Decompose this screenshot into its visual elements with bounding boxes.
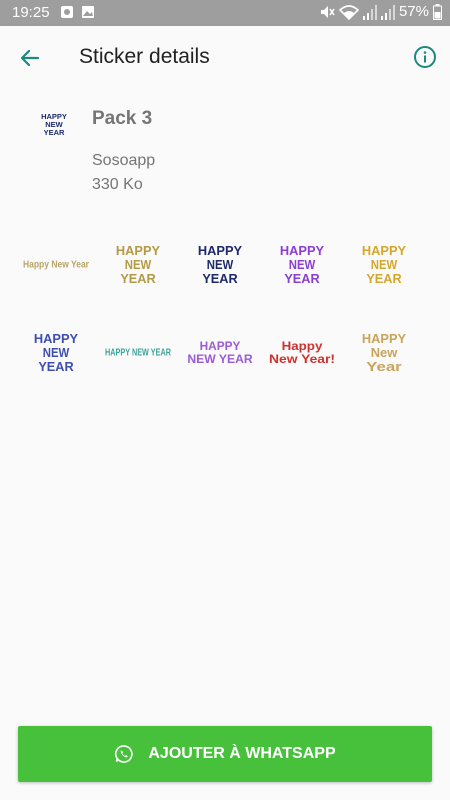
add-to-whatsapp-label: AJOUTER À WHATSAPP [148, 745, 336, 762]
sticker-text: YEAR [38, 359, 74, 374]
wifi-icon [338, 4, 359, 20]
sticker-text: Happy New Year [23, 260, 89, 271]
back-button[interactable] [14, 42, 46, 74]
sticker-item[interactable]: HAPPY NEW YEAR [184, 320, 256, 382]
status-bar: 19:25 57% [0, 0, 450, 26]
sticker-item[interactable]: HAPPY NEW YEAR [184, 232, 256, 294]
sticker-image: Happy New Year [23, 260, 89, 271]
sticker-item[interactable]: HAPPY NEW YEAR [102, 320, 174, 382]
sticker-item[interactable]: HAPPY NEW YEAR [348, 232, 420, 294]
sticker-item[interactable]: Happy New Year [20, 232, 92, 294]
sticker-item[interactable]: HAPPY NEW YEAR [20, 320, 92, 382]
sticker-image: HAPPYNEW YEAR [187, 339, 253, 366]
sticker-text: NEW [43, 345, 70, 360]
sticker-text: HAPPY [34, 331, 79, 346]
sticker-text: HAPPY [280, 243, 325, 258]
sticker-image: HAPPYNEWYEAR [198, 243, 243, 286]
sticker-text: YEAR [120, 271, 156, 286]
page-title: Sticker details [79, 45, 210, 68]
add-to-whatsapp-button[interactable]: AJOUTER À WHATSAPP [18, 726, 432, 782]
mute-icon [320, 5, 335, 18]
pack-tray-image: HAPPY NEW YEAR [41, 112, 67, 137]
sticker-image: HAPPYNEWYEAR [116, 243, 161, 286]
sticker-text: HAPPY [362, 243, 407, 258]
status-right: 57% [319, 3, 442, 20]
gallery-icon [82, 6, 94, 18]
battery-icon [433, 3, 442, 20]
app-bar: Sticker details [0, 26, 450, 88]
sticker-item[interactable]: HAPPY New Year [348, 320, 420, 382]
signal-icon-1 [362, 4, 377, 20]
sticker-text: NEW [289, 257, 316, 272]
sticker-grid: Happy New Year HAPPY NEW YEAR HAPPY NEW YEAR HA… [20, 232, 430, 402]
whatsapp-icon [115, 745, 134, 763]
sticker-image: HAPPY NEW YEAR [105, 348, 172, 359]
sticker-text: HAPPY [116, 243, 161, 258]
sticker-image: HAPPYNEWYEAR [280, 243, 325, 286]
sticker-item[interactable]: HAPPY NEW YEAR [266, 232, 338, 294]
sticker-text: HAPPY [362, 331, 407, 346]
sticker-text: NEW [371, 257, 398, 272]
sticker-item[interactable]: HAPPY NEW YEAR [102, 232, 174, 294]
arrow-back-icon [20, 49, 40, 67]
battery-percent: 57% [398, 3, 429, 20]
sticker-item[interactable]: Happy New Year! [266, 320, 338, 382]
sticker-text: Happy [282, 339, 323, 353]
sticker-image: HappyNew Year! [269, 339, 335, 366]
sticker-text: NEW [207, 257, 234, 272]
svg-text:YEAR: YEAR [44, 128, 65, 137]
sticker-text: New Year! [269, 352, 335, 366]
sticker-text: YEAR [284, 271, 320, 286]
sticker-text: New [371, 345, 398, 360]
notification-icon [61, 6, 73, 18]
sticker-text: HAPPY [200, 339, 241, 353]
sticker-image: HAPPYNEWYEAR [362, 243, 407, 286]
sticker-image: HAPPYNewYear [362, 331, 407, 374]
sticker-text: HAPPY [198, 243, 243, 258]
sticker-text: NEW [125, 257, 152, 272]
sticker-text: NEW YEAR [187, 352, 253, 366]
sticker-text: HAPPY NEW YEAR [105, 348, 172, 359]
pack-size: 330 Ko [92, 176, 143, 193]
sticker-text: Year [366, 359, 401, 374]
pack-publisher: Sosoapp [92, 152, 156, 169]
signal-icon-2 [380, 4, 395, 20]
sticker-image: HAPPYNEWYEAR [34, 331, 79, 374]
sticker-text: YEAR [366, 271, 402, 286]
sticker-text: YEAR [202, 271, 238, 286]
pack-name: Pack 3 [92, 108, 153, 129]
status-time: 19:25 [12, 4, 50, 21]
info-button[interactable] [410, 42, 440, 72]
info-icon [414, 46, 436, 68]
